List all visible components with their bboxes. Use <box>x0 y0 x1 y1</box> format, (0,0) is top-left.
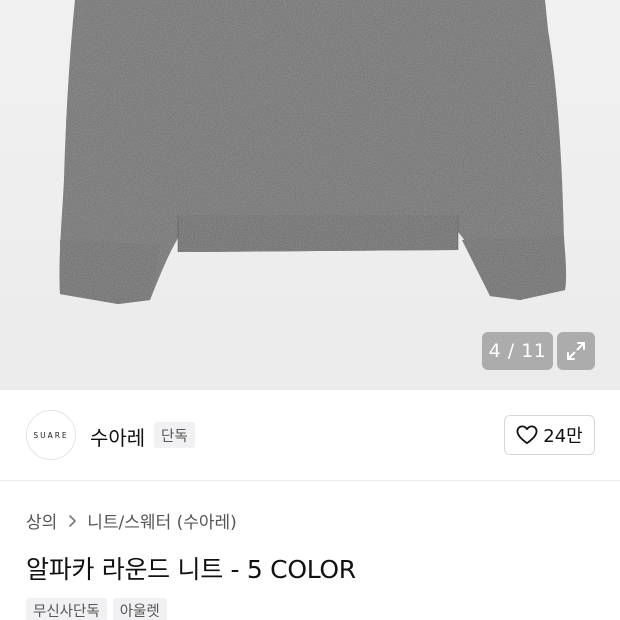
chevron-right-icon <box>67 514 77 528</box>
tag-outlet[interactable]: 아울렛 <box>112 598 167 620</box>
exclusive-badge: 단독 <box>154 422 195 448</box>
brand-name[interactable]: 수아레 <box>90 422 145 451</box>
section-divider <box>0 480 620 481</box>
brand-logo-text: SUARE <box>33 430 69 440</box>
tag-musinsa-exclusive[interactable]: 무신사단독 <box>26 598 107 620</box>
product-image-gallery[interactable]: 4 / 11 <box>0 0 620 390</box>
heart-icon <box>516 425 538 445</box>
product-title: 알파카 라운드 니트 - 5 COLOR <box>26 555 356 584</box>
tag-list: 무신사단독 아울렛 <box>26 598 167 620</box>
like-count: 24만 <box>543 426 583 447</box>
breadcrumb: 상의 니트/스웨터 (수아레) <box>26 508 237 533</box>
like-button[interactable]: 24만 <box>504 415 595 455</box>
brand-row: SUARE 수아레 단독 24만 <box>0 390 620 480</box>
brand-logo[interactable]: SUARE <box>26 410 76 460</box>
breadcrumb-item-category[interactable]: 니트/스웨터 (수아레) <box>87 508 237 533</box>
expand-button[interactable] <box>557 332 595 370</box>
breadcrumb-item-top[interactable]: 상의 <box>26 508 57 533</box>
image-counter: 4 / 11 <box>482 332 553 370</box>
expand-icon <box>567 342 585 360</box>
